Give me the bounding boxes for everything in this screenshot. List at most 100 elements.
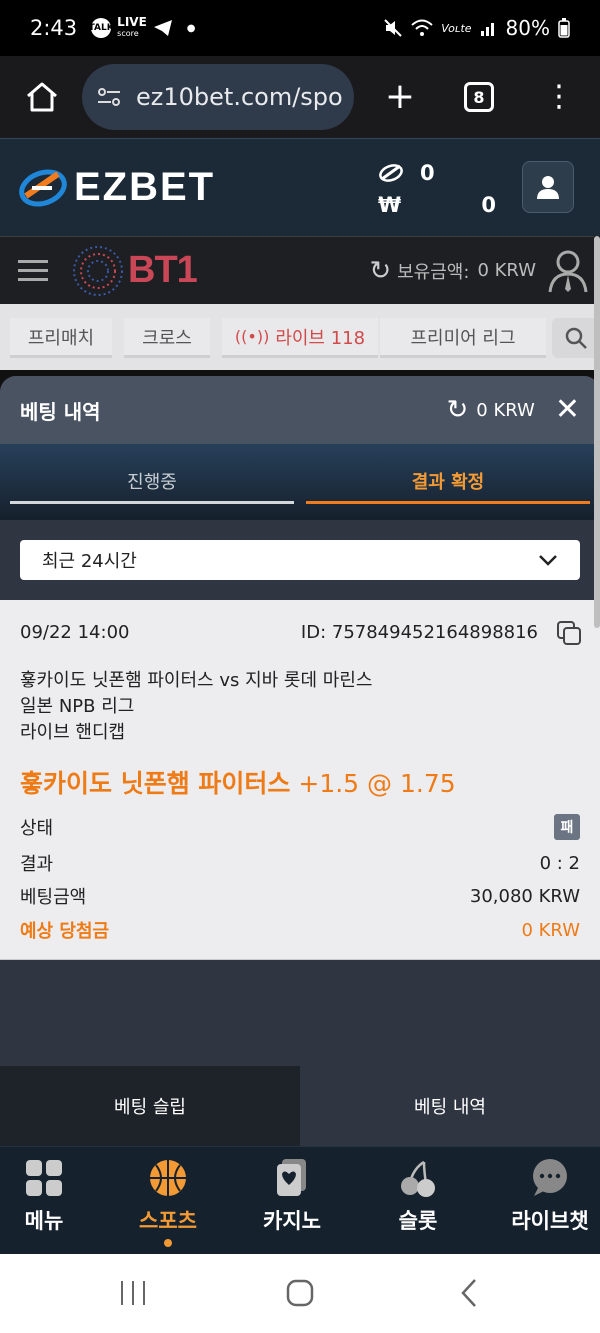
site-header: EZBET 0 ₩ 0 <box>0 138 600 236</box>
hamburger-menu-icon[interactable] <box>18 254 48 287</box>
nav-casino[interactable]: 카지노 <box>242 1157 342 1235</box>
chevron-down-icon <box>539 555 557 566</box>
expected-win-row: 예상 당첨금 0 KRW <box>20 917 580 943</box>
new-tab-button[interactable]: + <box>382 79 418 115</box>
bottom-nav: 메뉴 스포츠 카지노 슬롯 라이브챗 <box>0 1146 600 1254</box>
holding-value: 0 KRW <box>477 260 536 281</box>
krw-value: 0 <box>481 193 496 217</box>
betting-history-modal: 베팅 내역 ↻ 0 KRW ✕ 진행중 결과 확정 최근 24시간 09/22 … <box>0 376 600 1146</box>
grid-icon <box>26 1160 62 1196</box>
result-label: 결과 <box>20 854 54 875</box>
scrollbar[interactable] <box>594 236 600 628</box>
bet-pick: 훃카이도 닛폰햄 파이터스 +1.5 @ 1.75 <box>20 764 456 800</box>
live-broadcast-icon: ((•)) <box>234 327 270 346</box>
basketball-icon <box>150 1160 186 1196</box>
bet-slip-button[interactable]: 베팅 슬립 <box>0 1066 300 1146</box>
profile-icon[interactable] <box>548 249 588 293</box>
won-icon: ₩ <box>378 193 402 217</box>
nav-slots[interactable]: 슬롯 <box>368 1157 468 1235</box>
bt1-logo: BT1 <box>70 245 198 297</box>
user-icon <box>537 176 559 199</box>
modal-footer: 베팅 슬립 베팅 내역 <box>0 1066 600 1146</box>
logo-text: EZBET <box>74 165 216 209</box>
result-row: 결과 0 : 2 <box>20 850 580 876</box>
battery-icon <box>558 18 570 38</box>
bet-id: ID: 757849452164898816 <box>300 622 538 643</box>
battery-percent: 80% <box>505 16 550 40</box>
status-label: 상태 <box>20 818 54 839</box>
bet-datetime: 09/22 14:00 <box>20 622 130 643</box>
search-button[interactable] <box>552 318 600 358</box>
bt1-text: BT1 <box>128 249 198 291</box>
more-menu-button[interactable]: ⋮ <box>544 82 574 112</box>
bet-match: 훃카이도 닛폰햄 파이터스 vs 지바 롯데 마린스 <box>20 670 373 691</box>
nav-sports[interactable]: 스포츠 <box>118 1157 218 1247</box>
tab-switcher-button[interactable]: 8 <box>464 82 494 112</box>
holding-label: 보유금액: <box>397 261 470 283</box>
tab-in-progress[interactable]: 진행중 <box>10 468 294 494</box>
mute-icon <box>384 19 402 37</box>
tab-settled-underline <box>306 501 590 504</box>
points-balance: 0 <box>378 161 435 185</box>
tab-live[interactable]: ((•)) 라이브 118 <box>222 318 378 358</box>
modal-title: 베팅 내역 <box>20 399 101 424</box>
recent-apps-button[interactable] <box>118 1278 148 1308</box>
cherry-icon <box>401 1160 435 1197</box>
status-bar: 2:43 TALK LIVE score ● Voʟte 80% <box>0 0 600 56</box>
copy-icon[interactable] <box>556 620 582 646</box>
filter-area: 최근 24시간 <box>0 520 600 600</box>
tab-cross[interactable]: 크로스 <box>124 318 210 358</box>
points-value: 0 <box>420 161 435 185</box>
browser-toolbar: ez10bet.com/spo + 8 ⋮ <box>0 56 600 138</box>
url-text: ez10bet.com/spo <box>136 83 343 111</box>
back-button[interactable] <box>455 1278 485 1308</box>
user-account-button[interactable] <box>522 161 574 213</box>
status-badge: 패 <box>554 814 580 840</box>
period-select-value: 최근 24시간 <box>42 551 137 572</box>
result-value: 0 : 2 <box>539 852 580 874</box>
wifi-icon <box>411 19 433 36</box>
home-icon <box>27 82 57 112</box>
bet-market: 라이브 핸디캡 <box>20 722 126 743</box>
bet-history-button[interactable]: 베팅 내역 <box>300 1066 600 1146</box>
ezbet-logo-mark-icon <box>19 169 67 206</box>
refresh-balance-icon[interactable]: ↻ <box>369 256 391 286</box>
status-row: 상태 패 <box>20 814 580 840</box>
livescore-icon: LIVE score <box>117 15 147 38</box>
ezbet-logo[interactable]: EZBET <box>18 165 215 210</box>
sportsbook-header: BT1 ↻ 보유금액: 0 KRW <box>0 236 594 304</box>
telegram-icon <box>153 20 172 36</box>
refresh-icon[interactable]: ↻ <box>447 395 469 425</box>
signal-icon <box>480 23 494 36</box>
site-settings-icon[interactable] <box>96 84 122 110</box>
modal-balance: 0 KRW <box>476 399 535 421</box>
pick-team: 훃카이도 닛폰햄 파이터스 <box>20 769 291 798</box>
home-nav-button[interactable] <box>285 1278 315 1308</box>
volte-label: Voʟte <box>441 21 472 35</box>
points-icon <box>379 164 403 182</box>
kakaotalk-icon: TALK <box>89 18 114 38</box>
url-bar[interactable]: ez10bet.com/spo <box>82 64 354 130</box>
tab-prematch[interactable]: 프리매치 <box>10 318 112 358</box>
home-button[interactable] <box>22 77 62 117</box>
amount-value: 30,080 KRW <box>469 885 580 907</box>
search-icon <box>565 327 587 349</box>
bet-league: 일본 NPB 리그 <box>20 696 135 717</box>
cards-icon <box>277 1159 306 1196</box>
pick-odds: +1.5 @ 1.75 <box>298 769 456 798</box>
tab-settled[interactable]: 결과 확정 <box>306 468 590 494</box>
bt1-globe-icon <box>73 245 123 296</box>
bet-card: 09/22 14:00 ID: 757849452164898816 훃카이도 … <box>0 600 600 960</box>
chat-icon <box>533 1159 567 1196</box>
period-select[interactable]: 최근 24시간 <box>20 540 580 580</box>
modal-header: 베팅 내역 ↻ 0 KRW ✕ <box>0 376 600 444</box>
nav-live-chat[interactable]: 라이브챗 <box>500 1157 600 1235</box>
close-icon[interactable]: ✕ <box>555 395 580 425</box>
amount-label: 베팅금액 <box>20 887 87 908</box>
category-tabs: 프리매치 크로스 ((•)) 라이브 118 프리미어 리그 <box>0 304 600 370</box>
tab-premier-league[interactable]: 프리미어 리그 <box>380 318 546 358</box>
history-tabs: 진행중 결과 확정 <box>0 444 600 520</box>
tab-in-progress-underline <box>10 501 294 504</box>
nav-menu[interactable]: 메뉴 <box>0 1157 94 1235</box>
amount-row: 베팅금액 30,080 KRW <box>20 883 580 909</box>
